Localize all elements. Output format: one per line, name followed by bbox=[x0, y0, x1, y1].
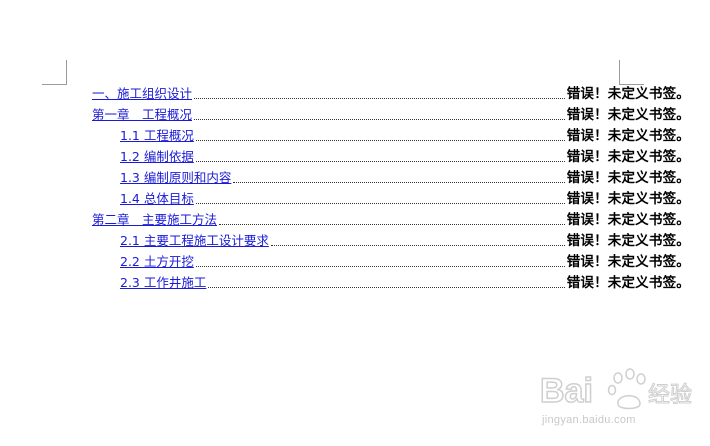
toc-dot-leader bbox=[233, 181, 565, 183]
toc-entry-page: 错误！未定义书签。 bbox=[566, 170, 690, 186]
toc-entry-title[interactable]: 1.1 工程概况 bbox=[120, 128, 194, 146]
toc-entry-title[interactable]: 第一章 工程概况 bbox=[92, 107, 192, 125]
toc-dot-leader bbox=[194, 97, 565, 99]
toc-entry-page: 错误！未定义书签。 bbox=[566, 275, 690, 291]
toc-entry-page: 错误！未定义书签。 bbox=[566, 149, 690, 165]
baidu-paw-logo-icon: Bai 经验 bbox=[540, 368, 693, 411]
toc-entry[interactable]: 一、施工组织设计 错误！未定义书签。 bbox=[92, 83, 690, 104]
toc-entry[interactable]: 2.3 工作井施工 错误！未定义书签。 bbox=[92, 272, 690, 293]
watermark-logo-text-cn: 经验 bbox=[648, 383, 692, 408]
watermark-logo-text: Bai bbox=[540, 372, 593, 410]
toc-entry-title[interactable]: 一、施工组织设计 bbox=[92, 86, 192, 104]
toc-dot-leader bbox=[195, 139, 565, 141]
toc-entry-page: 错误！未定义书签。 bbox=[566, 212, 690, 228]
toc-entry-title[interactable]: 2.3 工作井施工 bbox=[120, 275, 206, 293]
toc-entry-title[interactable]: 第二章 主要施工方法 bbox=[92, 212, 217, 230]
toc-entry-page: 错误！未定义书签。 bbox=[566, 254, 690, 270]
document-page: 一、施工组织设计 错误！未定义书签。 第一章 工程概况 错误！未定义书签。 1.… bbox=[0, 0, 710, 446]
toc-entry[interactable]: 1.1 工程概况 错误！未定义书签。 bbox=[92, 125, 690, 146]
toc-entry[interactable]: 1.2 编制依据 错误！未定义书签。 bbox=[92, 146, 690, 167]
watermark-url: jingyan.baidu.com bbox=[542, 414, 636, 426]
baidu-jingyan-watermark: Bai 经验 jingyan.baidu.com bbox=[520, 366, 700, 436]
toc-entry-title[interactable]: 1.4 总体目标 bbox=[120, 191, 194, 209]
toc-entry[interactable]: 第二章 主要施工方法 错误！未定义书签。 bbox=[92, 209, 690, 230]
toc-entry[interactable]: 1.4 总体目标 错误！未定义书签。 bbox=[92, 188, 690, 209]
toc-entry-page: 错误！未定义书签。 bbox=[566, 233, 690, 249]
toc-entry-title[interactable]: 2.1 主要工程施工设计要求 bbox=[120, 233, 269, 251]
page-corner-mark-top-right bbox=[619, 60, 644, 85]
toc-entry[interactable]: 2.2 土方开挖 错误！未定义书签。 bbox=[92, 251, 690, 272]
toc-entry-title[interactable]: 1.2 编制依据 bbox=[120, 149, 194, 167]
toc-dot-leader bbox=[270, 244, 565, 246]
toc-entry[interactable]: 2.1 主要工程施工设计要求 错误！未定义书签。 bbox=[92, 230, 690, 251]
toc-entry-page: 错误！未定义书签。 bbox=[566, 191, 690, 207]
toc-entry-page: 错误！未定义书签。 bbox=[566, 107, 690, 123]
toc-dot-leader bbox=[208, 286, 565, 288]
toc-entry-title[interactable]: 1.3 编制原则和内容 bbox=[120, 170, 231, 188]
paw-icon bbox=[607, 368, 646, 410]
toc-entry-page: 错误！未定义书签。 bbox=[566, 86, 690, 102]
toc-dot-leader bbox=[219, 223, 565, 225]
toc-dot-leader bbox=[195, 265, 565, 267]
page-corner-mark-top-left bbox=[42, 60, 67, 85]
toc-entry-page: 错误！未定义书签。 bbox=[566, 128, 690, 144]
toc-entry[interactable]: 第一章 工程概况 错误！未定义书签。 bbox=[92, 104, 690, 125]
toc-dot-leader bbox=[195, 160, 565, 162]
toc-entry-title[interactable]: 2.2 土方开挖 bbox=[120, 254, 194, 272]
table-of-contents: 一、施工组织设计 错误！未定义书签。 第一章 工程概况 错误！未定义书签。 1.… bbox=[92, 83, 690, 293]
toc-entry[interactable]: 1.3 编制原则和内容 错误！未定义书签。 bbox=[92, 167, 690, 188]
toc-dot-leader bbox=[194, 118, 565, 120]
toc-dot-leader bbox=[195, 202, 565, 204]
